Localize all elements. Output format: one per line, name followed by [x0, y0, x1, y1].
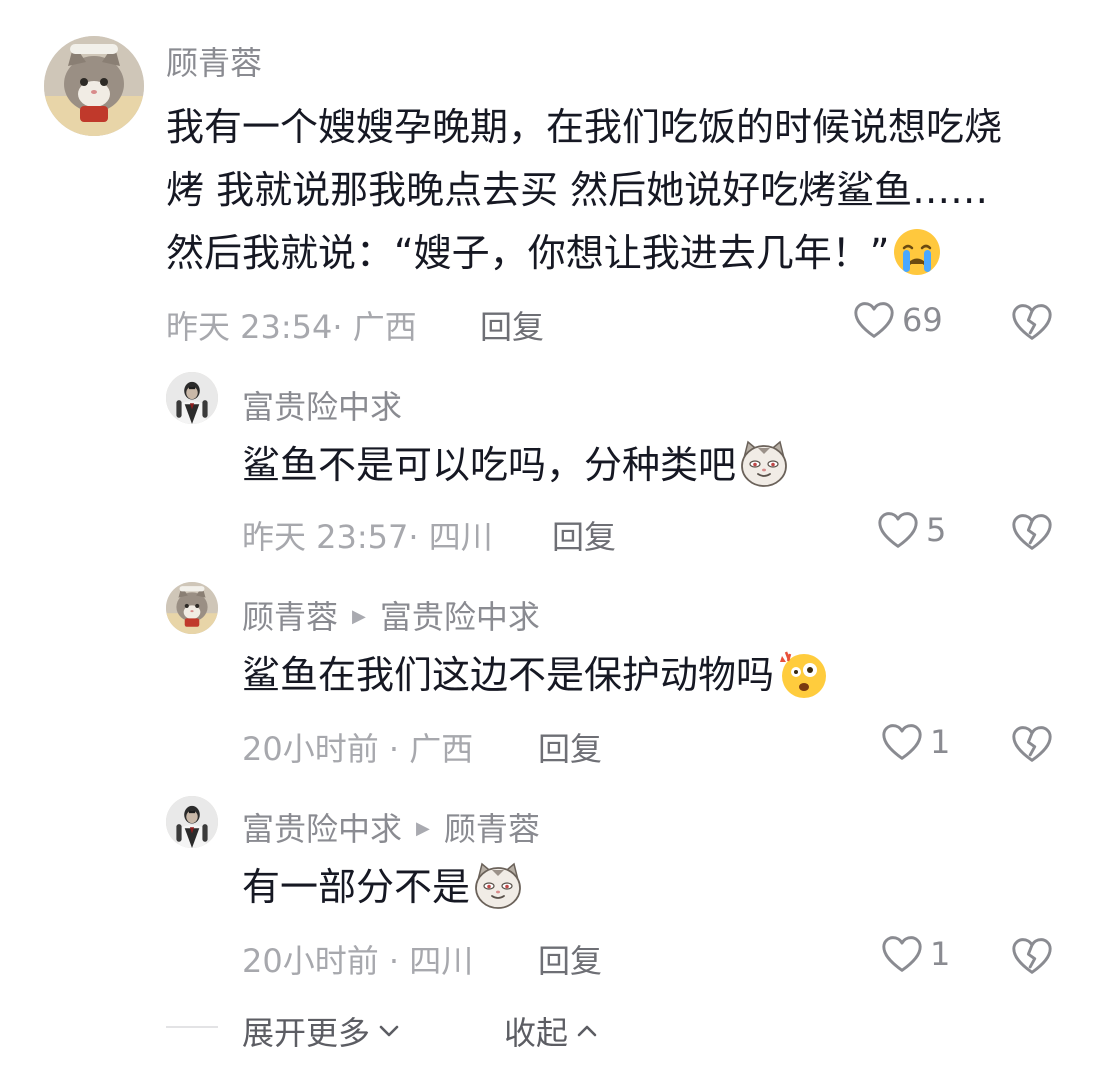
heart-icon	[880, 934, 924, 974]
like-count: 69	[902, 301, 943, 339]
comment-author[interactable]: 顾青蓉	[242, 598, 338, 636]
like-button[interactable]: 5	[876, 510, 946, 550]
dislike-button[interactable]	[1010, 724, 1054, 764]
comment-meta: 20小时前 · 广西	[242, 730, 474, 768]
crying-face-emoji	[891, 226, 943, 278]
chevron-down-icon	[378, 1024, 400, 1038]
comment-meta: 20小时前 · 四川	[242, 942, 474, 980]
reply-arrow-icon: ▶	[416, 817, 430, 839]
man-avatar-image	[166, 372, 218, 424]
like-count: 1	[930, 723, 951, 761]
comment-text: 我有一个嫂嫂孕晚期，在我们吃饭的时候说想吃烧 烤 我就说那我晚点去买 然后她说好…	[166, 96, 1066, 285]
broken-heart-icon	[1010, 936, 1054, 976]
reply-button[interactable]: 回复	[552, 512, 616, 558]
chevron-up-icon	[576, 1024, 598, 1038]
avatar[interactable]	[44, 36, 144, 136]
collapse-label: 收起	[504, 1014, 569, 1052]
comment-author[interactable]: 富贵险中求	[242, 810, 402, 848]
dislike-button[interactable]	[1010, 302, 1054, 342]
expand-more-button[interactable]: 展开更多	[242, 1008, 400, 1054]
broken-heart-icon	[1010, 302, 1054, 342]
broken-heart-icon	[1010, 724, 1054, 764]
divider	[166, 1026, 218, 1028]
dislike-button[interactable]	[1010, 936, 1054, 976]
comment-text-line: 然后我就说：“嫂子，你想让我进去几年！”	[166, 222, 1066, 285]
dislike-button[interactable]	[1010, 512, 1054, 552]
comment-author[interactable]: 富贵险中求	[242, 382, 402, 428]
like-count: 5	[926, 511, 947, 549]
like-button[interactable]: 1	[880, 934, 950, 974]
heart-icon	[852, 300, 896, 340]
like-count: 1	[930, 935, 951, 973]
reply-arrow-icon: ▶	[352, 605, 366, 627]
comment-author-line: 富贵险中求 ▶ 顾青蓉	[242, 804, 540, 850]
comment-author-line: 顾青蓉 ▶ 富贵险中求	[242, 592, 540, 638]
cat-avatar-image	[166, 582, 218, 634]
reply-button[interactable]: 回复	[480, 302, 544, 348]
reply-button[interactable]: 回复	[538, 724, 602, 770]
reply-to-user[interactable]: 顾青蓉	[444, 810, 540, 848]
smirking-cat-emoji	[472, 860, 524, 912]
comment-text: 鲨鱼不是可以吃吗，分种类吧	[242, 434, 790, 497]
man-avatar-image	[166, 796, 218, 848]
avatar[interactable]	[166, 796, 218, 848]
cat-avatar-image	[44, 36, 144, 136]
comment-text-line: 烤 我就说那我晚点去买 然后她说好吃烤鲨鱼……	[166, 168, 989, 212]
comment-text-segment: 有一部分不是	[242, 865, 471, 909]
comment-text: 鲨鱼在我们这边不是保护动物吗	[242, 644, 828, 707]
heart-icon	[880, 722, 924, 762]
comment-text-segment: 然后我就说：“嫂子，你想让我进去几年！”	[166, 231, 890, 275]
expand-more-label: 展开更多	[242, 1014, 371, 1052]
comment-text: 有一部分不是	[242, 856, 524, 919]
like-button[interactable]: 69	[852, 300, 943, 340]
avatar[interactable]	[166, 372, 218, 424]
comment-author[interactable]: 顾青蓉	[166, 38, 262, 84]
comment-text-line: 我有一个嫂嫂孕晚期，在我们吃饭的时候说想吃烧	[166, 105, 1003, 149]
smirking-cat-emoji	[738, 438, 790, 490]
comment-meta: 昨天 23:57· 四川	[242, 518, 493, 556]
shocked-face-emoji	[776, 648, 828, 700]
heart-icon	[876, 510, 920, 550]
reply-to-user[interactable]: 富贵险中求	[380, 598, 540, 636]
collapse-button[interactable]: 收起	[504, 1008, 598, 1054]
broken-heart-icon	[1010, 512, 1054, 552]
avatar[interactable]	[166, 582, 218, 634]
reply-button[interactable]: 回复	[538, 936, 602, 982]
comment-text-segment: 鲨鱼在我们这边不是保护动物吗	[242, 653, 775, 697]
comment-text-segment: 鲨鱼不是可以吃吗，分种类吧	[242, 443, 737, 487]
like-button[interactable]: 1	[880, 722, 950, 762]
comment-meta: 昨天 23:54· 广西	[166, 308, 417, 346]
